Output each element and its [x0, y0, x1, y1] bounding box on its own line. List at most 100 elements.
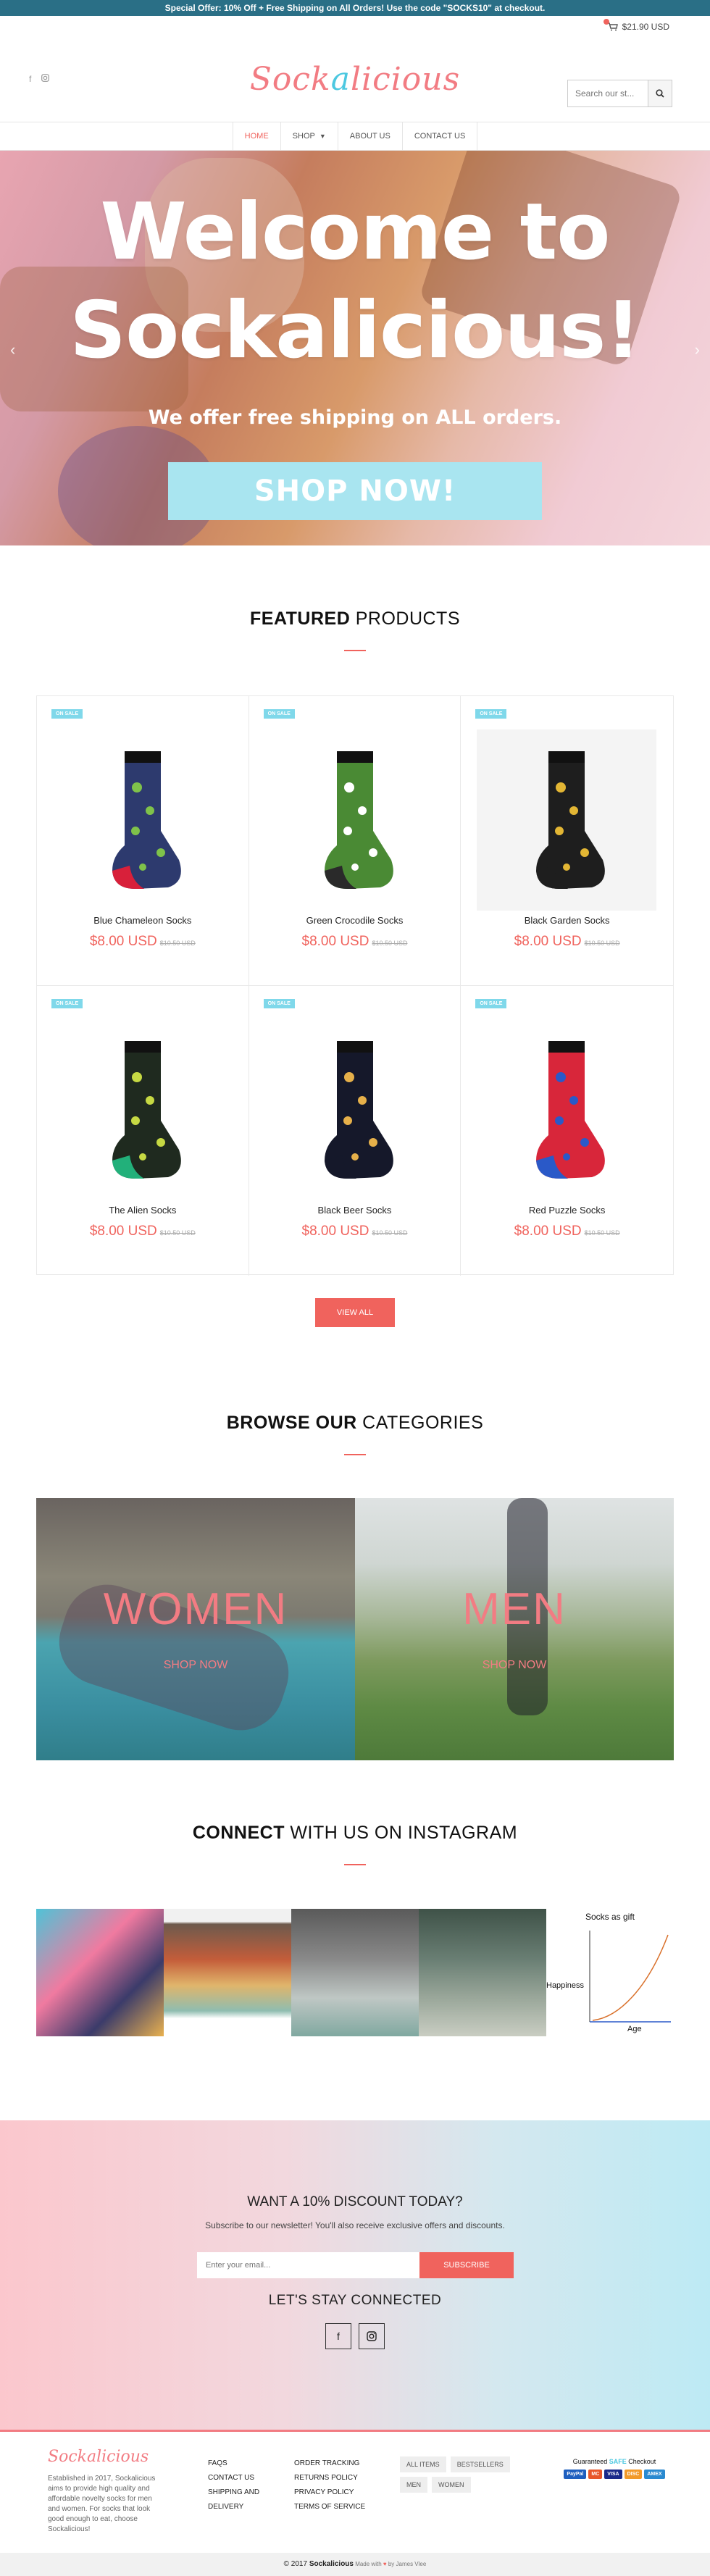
- category-shop-now[interactable]: SHOP NOW: [36, 1659, 355, 1672]
- section-divider: [344, 1864, 366, 1865]
- footer-tag[interactable]: ALL ITEMS: [400, 2456, 446, 2472]
- facebook-icon[interactable]: f: [325, 2323, 351, 2349]
- category-men[interactable]: MEN SHOP NOW: [355, 1498, 674, 1760]
- footer-links-2: ORDER TRACKING RETURNS POLICY PRIVACY PO…: [294, 2456, 374, 2514]
- instagram-photo[interactable]: [164, 1909, 291, 2036]
- footer-links-1: FAQS CONTACT US SHIPPING AND DELIVERY: [208, 2456, 273, 2514]
- payment-cards: PayPal MC VISA DISC AMEX: [564, 2470, 665, 2479]
- nav-shop[interactable]: SHOP ▼: [280, 122, 338, 150]
- categories: WOMEN SHOP NOW MEN SHOP NOW: [36, 1498, 674, 1760]
- product-card[interactable]: ON SALE Green Crocodile Socks $8.00 USD $10…: [248, 696, 462, 986]
- product-price: $8.00 USD $10.50 USD: [461, 1224, 673, 1239]
- sale-price: $8.00 USD: [301, 1224, 369, 1239]
- product-image[interactable]: [477, 1019, 656, 1200]
- visa-icon: VISA: [604, 2470, 622, 2479]
- on-sale-badge: ON SALE: [475, 709, 507, 719]
- instagram-feed: Socks as gift Happiness Age: [36, 1909, 674, 2036]
- view-all-button[interactable]: VIEW ALL: [315, 1298, 395, 1327]
- product-name[interactable]: Red Puzzle Socks: [461, 1205, 673, 1216]
- footer-tag[interactable]: WOMEN: [432, 2477, 471, 2493]
- product-card[interactable]: ON SALE Black Beer Socks $8.00 USD $10.50 U…: [249, 986, 462, 1276]
- chevron-right-icon[interactable]: ›: [695, 340, 700, 359]
- original-price: $10.50 USD: [159, 1229, 196, 1237]
- site-footer: Sockalicious Established in 2017, Sockal…: [0, 2430, 710, 2553]
- footer-link[interactable]: FAQS: [208, 2456, 273, 2471]
- product-price: $8.00 USD $10.50 USD: [37, 934, 248, 950]
- product-price: $8.00 USD $10.50 USD: [249, 934, 461, 950]
- product-name[interactable]: Green Crocodile Socks: [249, 915, 461, 926]
- footer-link[interactable]: RETURNS POLICY: [294, 2471, 374, 2485]
- instagram-icon[interactable]: [359, 2323, 385, 2349]
- graph-x-label: Age: [627, 2025, 642, 2033]
- product-grid: ON SALE Blue Chameleon Socks $8.00 USD $10.…: [36, 695, 674, 1276]
- product-price: $8.00 USD $10.50 USD: [37, 1224, 248, 1239]
- newsletter-social: f: [325, 2323, 385, 2349]
- product-card[interactable]: ON SALE Black Garden Socks $8.00 USD $10.50…: [461, 696, 673, 986]
- product-image[interactable]: [53, 729, 233, 911]
- product-image[interactable]: [53, 1019, 233, 1200]
- newsletter-title: WANT A 10% DISCOUNT TODAY?: [247, 2194, 463, 2209]
- browse-title: BROWSE OUR CATEGORIES: [226, 1413, 484, 1433]
- footer-link[interactable]: CONTACT US: [208, 2471, 273, 2485]
- product-name[interactable]: Blue Chameleon Socks: [37, 915, 248, 926]
- original-price: $10.50 USD: [372, 1229, 408, 1237]
- mastercard-icon: MC: [588, 2470, 603, 2479]
- instagram-photo[interactable]: Socks as gift Happiness Age: [546, 1909, 674, 2036]
- product-image[interactable]: [265, 729, 445, 911]
- browse-section: BROWSE OUR CATEGORIES: [0, 1413, 710, 1455]
- subscribe-button[interactable]: SUBSCRIBE: [419, 2252, 514, 2278]
- search-icon: [656, 89, 664, 98]
- safe-checkout-text: Guaranteed SAFE Checkout: [572, 2458, 656, 2465]
- product-card[interactable]: ON SALE Blue Chameleon Socks $8.00 USD $10.…: [37, 696, 249, 986]
- nav-contact[interactable]: CONTACT US: [401, 122, 478, 150]
- search-input[interactable]: [568, 80, 648, 106]
- footer-tag[interactable]: BESTSELLERS: [450, 2456, 510, 2472]
- product-name[interactable]: Black Beer Socks: [249, 1205, 461, 1216]
- footer-link[interactable]: TERMS OF SERVICE: [294, 2500, 374, 2514]
- product-image[interactable]: [477, 729, 657, 911]
- sock-image: [324, 1041, 393, 1179]
- instagram-photo[interactable]: [36, 1909, 164, 2036]
- on-sale-badge: ON SALE: [51, 999, 83, 1008]
- on-sale-badge: ON SALE: [263, 999, 295, 1008]
- category-women[interactable]: WOMEN SHOP NOW: [36, 1498, 355, 1760]
- chevron-left-icon[interactable]: ‹: [10, 340, 15, 359]
- cart-link[interactable]: $21.90 USD: [603, 19, 669, 32]
- footer-tag[interactable]: MEN: [400, 2477, 427, 2493]
- instagram-photo[interactable]: [291, 1909, 419, 2036]
- sale-price: $8.00 USD: [514, 1224, 582, 1239]
- product-price: $8.00 USD $10.50 USD: [461, 934, 673, 950]
- section-divider: [344, 650, 366, 651]
- product-price: $8.00 USD $10.50 USD: [249, 1224, 461, 1239]
- instagram-title: CONNECT WITH US ON INSTAGRAM: [192, 1823, 518, 1843]
- graph-y-label: Happiness: [546, 1981, 584, 1990]
- footer-link[interactable]: ORDER TRACKING: [294, 2456, 374, 2471]
- product-card[interactable]: ON SALE Red Puzzle Socks $8.00 USD $10.50 U…: [461, 986, 673, 1276]
- footer-link[interactable]: PRIVACY POLICY: [294, 2485, 374, 2500]
- sale-price: $8.00 USD: [89, 934, 157, 949]
- search-box: [567, 80, 672, 107]
- hero-shop-now-button[interactable]: SHOP NOW!: [168, 462, 542, 520]
- product-image[interactable]: [265, 1019, 445, 1200]
- instagram-photo[interactable]: [419, 1909, 546, 2036]
- cart-row: $21.90 USD: [0, 16, 710, 39]
- footer-logo[interactable]: Sockalicious: [48, 2448, 149, 2466]
- sale-price: $8.00 USD: [301, 934, 369, 949]
- instagram-section: CONNECT WITH US ON INSTAGRAM: [0, 1823, 710, 1865]
- category-shop-now[interactable]: SHOP NOW: [355, 1659, 674, 1672]
- footer-about: Established in 2017, Sockalicious aims t…: [48, 2475, 156, 2533]
- nav-about[interactable]: ABOUT US: [337, 122, 402, 150]
- search-button[interactable]: [648, 80, 672, 106]
- product-card[interactable]: ON SALE The Alien Socks $8.00 USD $10.50 US…: [37, 986, 249, 1276]
- cart-total: $21.90 USD: [622, 22, 669, 32]
- on-sale-badge: ON SALE: [475, 999, 507, 1008]
- hero-title: Welcome to Sockalicious!: [70, 187, 640, 376]
- product-name[interactable]: The Alien Socks: [37, 1205, 248, 1216]
- newsletter-section: WANT A 10% DISCOUNT TODAY? Subscribe to …: [0, 2120, 710, 2430]
- email-field[interactable]: [197, 2252, 419, 2278]
- product-name[interactable]: Black Garden Socks: [461, 915, 673, 926]
- main-nav: HOME SHOP ▼ ABOUT US CONTACT US: [0, 122, 710, 151]
- footer-link[interactable]: SHIPPING AND DELIVERY: [208, 2485, 273, 2514]
- nav-home[interactable]: HOME: [232, 122, 280, 150]
- original-price: $10.50 USD: [584, 940, 620, 947]
